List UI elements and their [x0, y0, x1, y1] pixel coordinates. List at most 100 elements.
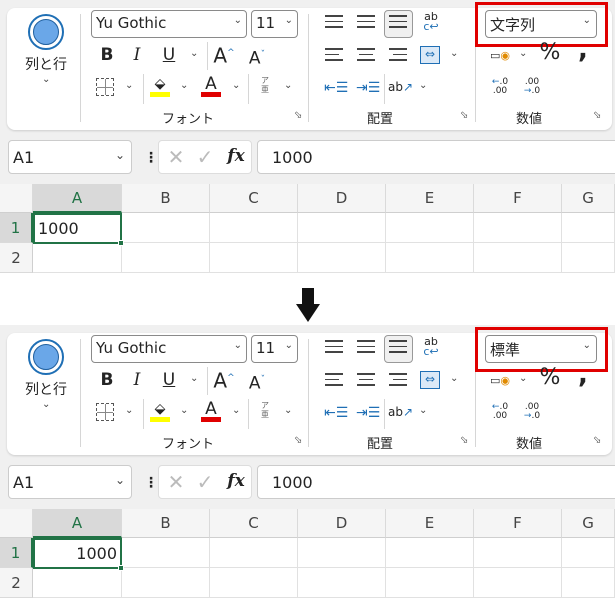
- cell[interactable]: [210, 568, 298, 598]
- font-name-select[interactable]: Yu Gothic ⌄: [91, 10, 247, 38]
- borders-icon[interactable]: [96, 403, 114, 421]
- cell[interactable]: [298, 568, 386, 598]
- fill-handle[interactable]: [118, 565, 124, 571]
- phonetic-icon[interactable]: ア亜: [258, 76, 272, 94]
- chevron-down-icon[interactable]: ⌄: [190, 373, 198, 384]
- cells-button[interactable]: 列と行 ⌄: [20, 12, 72, 92]
- cell[interactable]: [386, 538, 474, 568]
- percent-icon[interactable]: %: [538, 367, 562, 389]
- align-center-icon[interactable]: [357, 373, 375, 387]
- select-all-corner[interactable]: [0, 184, 33, 213]
- font-color-icon[interactable]: A: [201, 74, 221, 97]
- fill-color-icon[interactable]: ⬙: [150, 399, 170, 422]
- chevron-down-icon[interactable]: ⌄: [284, 405, 292, 416]
- cell[interactable]: [33, 243, 122, 273]
- cell[interactable]: [474, 213, 562, 243]
- increase-indent-icon[interactable]: ⇥☰: [356, 403, 380, 423]
- chevron-down-icon[interactable]: ⌄: [180, 405, 188, 416]
- fill-color-icon[interactable]: ⬙: [150, 74, 170, 97]
- cell[interactable]: [474, 538, 562, 568]
- cell[interactable]: [122, 213, 210, 243]
- column-header[interactable]: F: [474, 509, 562, 538]
- underline-icon[interactable]: U: [160, 370, 178, 390]
- align-right-icon[interactable]: [389, 373, 407, 387]
- cell[interactable]: [562, 213, 615, 243]
- dialog-launcher-icon[interactable]: ⬂: [460, 435, 468, 446]
- underline-icon[interactable]: U: [160, 45, 178, 65]
- cancel-icon[interactable]: ✕: [166, 147, 186, 167]
- column-header[interactable]: E: [386, 509, 474, 538]
- column-header[interactable]: C: [210, 184, 298, 213]
- column-header[interactable]: F: [474, 184, 562, 213]
- cell[interactable]: [298, 243, 386, 273]
- align-center-icon[interactable]: [357, 48, 375, 62]
- cancel-icon[interactable]: ✕: [166, 472, 186, 492]
- align-top-icon[interactable]: [325, 15, 343, 29]
- column-header[interactable]: C: [210, 509, 298, 538]
- column-header[interactable]: B: [122, 184, 210, 213]
- column-header[interactable]: D: [298, 509, 386, 538]
- decrease-decimal-icon[interactable]: .00 →.0: [521, 403, 543, 421]
- name-box[interactable]: A1 ⌄: [8, 140, 132, 174]
- cell[interactable]: [562, 568, 615, 598]
- row-header[interactable]: 1: [0, 538, 33, 568]
- wrap-text-icon[interactable]: ab c↩: [420, 336, 442, 357]
- enter-icon[interactable]: ✓: [195, 472, 215, 492]
- more-options-icon[interactable]: ⋮: [144, 150, 158, 166]
- font-size-select[interactable]: 11 ⌄: [251, 335, 298, 363]
- insert-function-icon[interactable]: fx: [224, 471, 248, 491]
- dialog-launcher-icon[interactable]: ⬂: [593, 435, 601, 446]
- bold-icon[interactable]: B: [98, 370, 116, 390]
- column-header[interactable]: G: [562, 184, 615, 213]
- merge-center-icon[interactable]: ⇔: [420, 371, 440, 389]
- enter-icon[interactable]: ✓: [195, 147, 215, 167]
- italic-icon[interactable]: I: [128, 45, 146, 65]
- select-all-corner[interactable]: [0, 509, 33, 538]
- column-header[interactable]: A: [33, 184, 122, 213]
- cell[interactable]: [122, 243, 210, 273]
- more-options-icon[interactable]: ⋮: [144, 475, 158, 491]
- cell[interactable]: [474, 568, 562, 598]
- column-header[interactable]: A: [33, 509, 122, 538]
- cell[interactable]: [122, 538, 210, 568]
- font-size-select[interactable]: 11 ⌄: [251, 10, 298, 38]
- chevron-down-icon[interactable]: ⌄: [115, 148, 125, 162]
- cell[interactable]: [210, 538, 298, 568]
- align-top-icon[interactable]: [325, 340, 343, 354]
- increase-decimal-icon[interactable]: ←.0.00: [489, 78, 511, 96]
- increase-decimal-icon[interactable]: ←.0.00: [489, 403, 511, 421]
- increase-font-icon[interactable]: A^: [212, 43, 236, 66]
- cell[interactable]: [298, 538, 386, 568]
- decrease-font-icon[interactable]: Aˇ: [246, 370, 268, 394]
- chevron-down-icon[interactable]: ⌄: [125, 405, 133, 416]
- cell[interactable]: [562, 538, 615, 568]
- font-name-select[interactable]: Yu Gothic ⌄: [91, 335, 247, 363]
- cell[interactable]: [298, 213, 386, 243]
- cell[interactable]: [386, 568, 474, 598]
- cell[interactable]: [33, 568, 122, 598]
- phonetic-icon[interactable]: ア亜: [258, 401, 272, 419]
- row-header[interactable]: 2: [0, 568, 33, 598]
- cell-a1[interactable]: 1000: [33, 538, 122, 569]
- cell[interactable]: [122, 568, 210, 598]
- chevron-down-icon[interactable]: ⌄: [450, 373, 458, 384]
- decrease-font-icon[interactable]: Aˇ: [246, 45, 268, 69]
- cell[interactable]: [386, 213, 474, 243]
- column-header[interactable]: G: [562, 509, 615, 538]
- cell[interactable]: [386, 243, 474, 273]
- font-color-icon[interactable]: A: [201, 399, 221, 422]
- formula-input[interactable]: 1000: [257, 465, 615, 499]
- fill-handle[interactable]: [118, 240, 124, 246]
- column-header[interactable]: B: [122, 509, 210, 538]
- comma-style-icon[interactable]: ,: [574, 362, 592, 388]
- name-box[interactable]: A1 ⌄: [8, 465, 132, 499]
- formula-input[interactable]: 1000: [257, 140, 615, 174]
- accounting-format-icon[interactable]: ▭◉: [489, 371, 511, 391]
- wrap-text-icon[interactable]: ab c↩: [420, 11, 442, 32]
- comma-style-icon[interactable]: ,: [574, 37, 592, 63]
- column-header[interactable]: D: [298, 184, 386, 213]
- dialog-launcher-icon[interactable]: ⬂: [593, 110, 601, 121]
- decrease-decimal-icon[interactable]: .00 →.0: [521, 78, 543, 96]
- percent-icon[interactable]: %: [538, 42, 562, 64]
- align-left-icon[interactable]: [325, 373, 343, 387]
